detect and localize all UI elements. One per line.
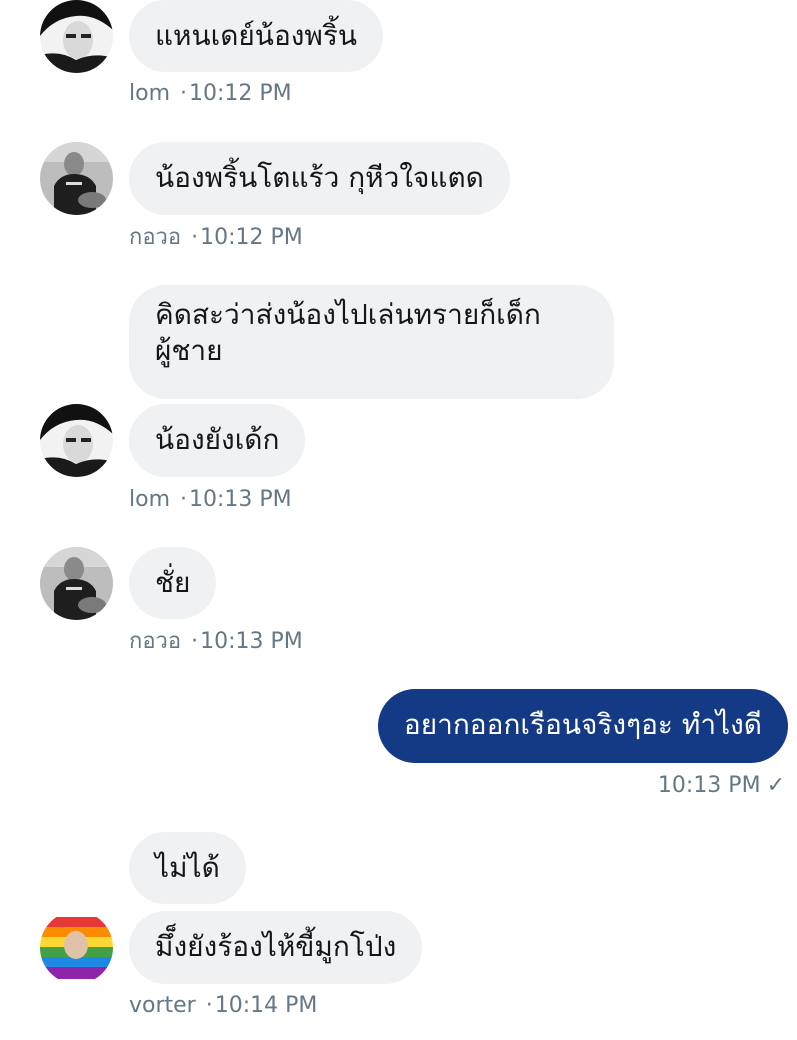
sender-name[interactable]: lom	[129, 81, 170, 106]
meta-separator: ·	[191, 629, 199, 654]
message-time: 10:14 PM	[214, 993, 318, 1018]
message-bubble[interactable]: แหนเดย์น้องพริ้น	[129, 0, 384, 72]
conversation-thread: แหนเดย์น้องพริ้น lom ·10:12 PM น้องพริ้นโ…	[0, 0, 797, 1040]
message-text: แหนเดย์น้องพริ้น	[155, 19, 358, 52]
message-bubble[interactable]: มึ็งยังร้องไห้ขี้มูกโป่ง	[129, 911, 423, 984]
message-bubble[interactable]: ไม่ได้	[129, 832, 246, 904]
message-time: 10:13 PM	[657, 773, 761, 798]
avatar-vorter[interactable]	[40, 911, 113, 984]
sender-name[interactable]: vorter	[129, 993, 196, 1018]
sender-name[interactable]: กอวอ	[129, 629, 181, 654]
message-text: น้องยังเด้ก	[155, 423, 280, 456]
message-bubble[interactable]: คิดสะว่าส่งน้องไปเล่นทรายก็เด็กผู้ชาย	[129, 285, 614, 399]
sender-name[interactable]: กอวอ	[129, 225, 181, 250]
message-bubble[interactable]: ชั่ย	[129, 547, 217, 619]
message-meta: กอวอ ·10:12 PM	[129, 225, 303, 251]
avatar-photo-icon	[40, 0, 113, 73]
avatar-lom[interactable]	[40, 0, 113, 73]
message-text: ไม่ได้	[155, 851, 220, 884]
meta-separator: ·	[180, 487, 188, 512]
message-text: มึ็งยังร้องไห้ขี้มูกโป่ง	[155, 930, 397, 963]
message-time: 10:12 PM	[189, 81, 292, 106]
message-time: 10:13 PM	[189, 487, 292, 512]
message-meta: lom ·10:13 PM	[129, 487, 292, 513]
sent-check-icon: ✓	[766, 773, 785, 798]
avatar-kowo[interactable]	[40, 142, 113, 215]
message-bubble[interactable]: น้องยังเด้ก	[129, 404, 306, 477]
message-text: คิดสะว่าส่งน้องไปเล่นทรายก็เด็กผู้ชาย	[155, 298, 541, 367]
message-text: ชั่ย	[155, 566, 191, 599]
message-meta: lom ·10:12 PM	[129, 81, 292, 107]
sender-name[interactable]: lom	[129, 487, 170, 512]
avatar-kowo[interactable]	[40, 547, 113, 620]
meta-separator: ·	[180, 81, 188, 106]
message-text: อยากออกเรือนจริงๆอะ ทำไงดี	[403, 708, 762, 741]
message-time: 10:13 PM	[200, 629, 303, 654]
outgoing-message-bubble[interactable]: อยากออกเรือนจริงๆอะ ทำไงดี	[377, 689, 788, 763]
avatar-photo-icon	[40, 911, 113, 984]
meta-separator: ·	[205, 993, 213, 1018]
message-meta: vorter ·10:14 PM	[129, 993, 317, 1019]
message-time: 10:12 PM	[200, 225, 303, 250]
avatar-lom[interactable]	[40, 404, 113, 477]
avatar-photo-icon	[40, 142, 113, 215]
avatar-photo-icon	[40, 547, 113, 620]
message-meta: กอวอ ·10:13 PM	[129, 629, 303, 655]
avatar-photo-icon	[40, 404, 113, 477]
message-bubble[interactable]: น้องพริ้นโตแร้ว กุหีวใจแตด	[129, 142, 510, 215]
meta-separator: ·	[191, 225, 199, 250]
message-text: น้องพริ้นโตแร้ว กุหีวใจแตด	[155, 161, 484, 194]
message-meta: 10:13 PM ✓	[658, 773, 785, 799]
